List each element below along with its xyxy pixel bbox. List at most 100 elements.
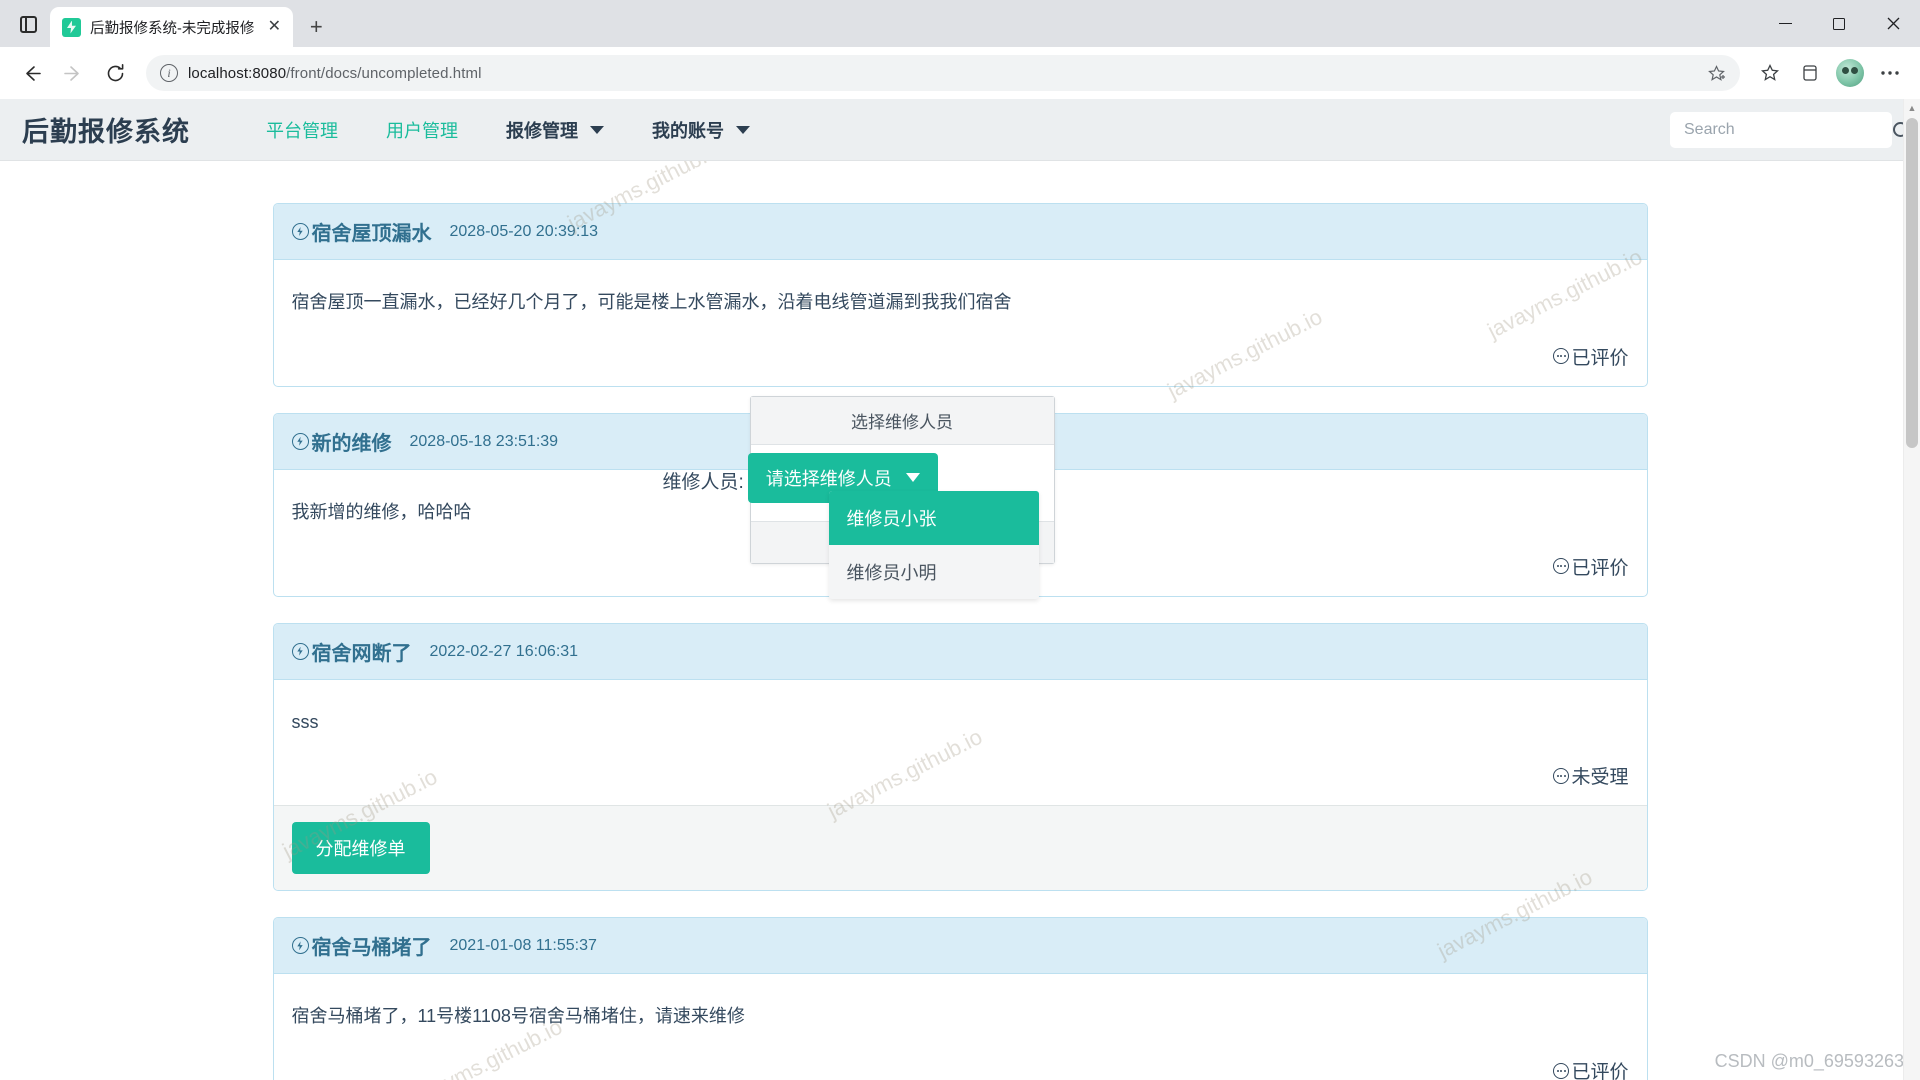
assign-worker-popup: 选择维修人员 维修人员: 请选择维修人员 维修员小张 (750, 396, 1055, 564)
status-badge: 未受理 (1553, 762, 1628, 789)
back-button[interactable] (12, 54, 50, 92)
water-drop-icon (292, 937, 309, 954)
new-tab-button[interactable]: + (299, 10, 333, 44)
nav-item-label: 报修管理 (506, 117, 578, 143)
more-options-button[interactable] (1872, 55, 1908, 91)
scroll-up-arrow[interactable]: ▲ (1904, 99, 1920, 116)
close-icon[interactable]: ✕ (263, 16, 285, 38)
search-box[interactable] (1670, 112, 1892, 148)
repair-card: 新的维修 2028-05-18 23:51:39 我新增的维修，哈哈哈 已评价 (273, 413, 1648, 597)
comment-icon (1553, 768, 1569, 784)
tab-title: 后勤报修系统-未完成报修 (90, 17, 254, 38)
nav-item-label: 用户管理 (386, 117, 458, 143)
worker-option-zhang[interactable]: 维修员小张 (829, 491, 1039, 545)
card-title-text: 宿舍马桶堵了 (312, 931, 432, 960)
card-title: 宿舍马桶堵了 (292, 931, 432, 960)
water-drop-icon (292, 643, 309, 660)
search-input[interactable] (1682, 120, 1893, 140)
nav-item-label: 我的账号 (652, 117, 724, 143)
repair-card: 宿舍屋顶漏水 2028-05-20 20:39:13 宿舍屋顶一直漏水，已经好几… (273, 203, 1648, 387)
chevron-down-icon (736, 126, 750, 134)
worker-select-value: 请选择维修人员 (766, 465, 892, 491)
card-header: 宿舍网断了 2022-02-27 16:06:31 (274, 624, 1647, 680)
card-status-row: 已评价 (292, 1031, 1629, 1080)
worker-option-ming[interactable]: 维修员小明 (829, 545, 1039, 599)
assign-repair-order-button[interactable]: 分配维修单 (292, 822, 430, 874)
scrollbar-thumb[interactable] (1906, 118, 1918, 448)
comment-icon (1553, 1063, 1569, 1079)
site-brand[interactable]: 后勤报修系统 (22, 110, 190, 149)
minimize-button[interactable] (1758, 0, 1812, 47)
card-title: 宿舍屋顶漏水 (292, 217, 432, 246)
card-body: 宿舍马桶堵了，11号楼1108号宿舍马桶堵住，请速来维修 已评价 (274, 974, 1647, 1080)
browser-tab[interactable]: 后勤报修系统-未完成报修 ✕ (50, 7, 293, 47)
card-date: 2028-05-20 20:39:13 (450, 223, 599, 241)
water-drop-icon (292, 223, 309, 240)
browser-window: 后勤报修系统-未完成报修 ✕ + i localhost:8080/front/… (0, 0, 1920, 1080)
nav-item-users[interactable]: 用户管理 (362, 117, 482, 143)
card-footer: 分配维修单 (274, 805, 1647, 890)
arrow-right-icon (63, 63, 84, 84)
card-title-text: 新的维修 (312, 427, 392, 456)
comment-icon (1553, 348, 1569, 364)
status-label: 已评价 (1571, 1057, 1628, 1080)
collections-button[interactable] (1792, 55, 1828, 91)
profile-avatar[interactable] (1836, 59, 1864, 87)
status-label: 未受理 (1571, 762, 1628, 789)
repair-list: 宿舍屋顶漏水 2028-05-20 20:39:13 宿舍屋顶一直漏水，已经好几… (273, 161, 1648, 1080)
maximize-icon (1833, 18, 1845, 30)
card-header: 宿舍屋顶漏水 2028-05-20 20:39:13 (274, 204, 1647, 260)
site-info-icon[interactable]: i (160, 64, 178, 82)
card-description: sss (292, 708, 1629, 737)
nav-item-account[interactable]: 我的账号 (628, 117, 774, 143)
nav-item-repairs[interactable]: 报修管理 (482, 117, 628, 143)
collections-icon (1800, 63, 1820, 83)
worker-select-menu: 维修员小张 维修员小明 (829, 491, 1039, 599)
nav-item-platform[interactable]: 平台管理 (242, 117, 362, 143)
card-status-row: 未受理 (292, 736, 1629, 789)
chevron-down-icon (590, 126, 604, 134)
repair-card: 宿舍马桶堵了 2021-01-08 11:55:37 宿舍马桶堵了，11号楼11… (273, 917, 1648, 1080)
url-text: localhost:8080/front/docs/uncompleted.ht… (188, 65, 1692, 82)
vertical-tabs-icon (20, 16, 37, 33)
maximize-button[interactable] (1812, 0, 1866, 47)
nav-item-label: 平台管理 (266, 117, 338, 143)
close-window-button[interactable] (1866, 0, 1920, 47)
omnibox-actions (1702, 59, 1730, 87)
chevron-down-icon (906, 473, 920, 482)
status-label: 已评价 (1571, 553, 1628, 580)
forward-button[interactable] (54, 54, 92, 92)
card-title: 宿舍网断了 (292, 637, 412, 666)
tab-strip: 后勤报修系统-未完成报修 ✕ + (0, 0, 1920, 47)
card-status-row: 已评价 (292, 317, 1629, 370)
add-favorite-icon[interactable] (1702, 59, 1730, 87)
card-header: 宿舍马桶堵了 2021-01-08 11:55:37 (274, 918, 1647, 974)
close-icon (1887, 17, 1900, 30)
minimize-icon (1779, 23, 1792, 25)
csdn-watermark: CSDN @m0_69593263 (1715, 1051, 1904, 1072)
url-host: localhost:8080 (188, 65, 286, 82)
card-description: 宿舍马桶堵了，11号楼1108号宿舍马桶堵住，请速来维修 (292, 1002, 1629, 1031)
card-body: sss 未受理 (274, 680, 1647, 806)
app-logo-icon (62, 18, 81, 37)
page-scrollbar[interactable]: ▲ (1903, 99, 1920, 1080)
favorites-button[interactable] (1752, 55, 1788, 91)
page-viewport: 后勤报修系统 平台管理 用户管理 报修管理 我的账号 (0, 99, 1920, 1080)
status-badge: 已评价 (1553, 553, 1628, 580)
water-drop-icon (292, 433, 309, 450)
reload-button[interactable] (96, 54, 134, 92)
status-badge: 已评价 (1553, 343, 1628, 370)
comment-icon (1553, 558, 1569, 574)
page-content: javayms.github.io javayms.github.io java… (0, 161, 1920, 1080)
address-bar[interactable]: i localhost:8080/front/docs/uncompleted.… (146, 55, 1740, 91)
card-date: 2022-02-27 16:06:31 (430, 643, 579, 661)
card-body: 宿舍屋顶一直漏水，已经好几个月了，可能是楼上水管漏水，沿着电线管道漏到我我们宿舍… (274, 260, 1647, 386)
card-date: 2021-01-08 11:55:37 (450, 937, 597, 955)
card-title: 新的维修 (292, 427, 392, 456)
browser-toolbar: i localhost:8080/front/docs/uncompleted.… (0, 47, 1920, 99)
site-navbar: 后勤报修系统 平台管理 用户管理 报修管理 我的账号 (0, 99, 1920, 161)
tab-search-icon[interactable] (6, 4, 50, 44)
status-badge: 已评价 (1553, 1057, 1628, 1080)
status-label: 已评价 (1571, 343, 1628, 370)
card-description: 宿舍屋顶一直漏水，已经好几个月了，可能是楼上水管漏水，沿着电线管道漏到我我们宿舍 (292, 288, 1629, 317)
